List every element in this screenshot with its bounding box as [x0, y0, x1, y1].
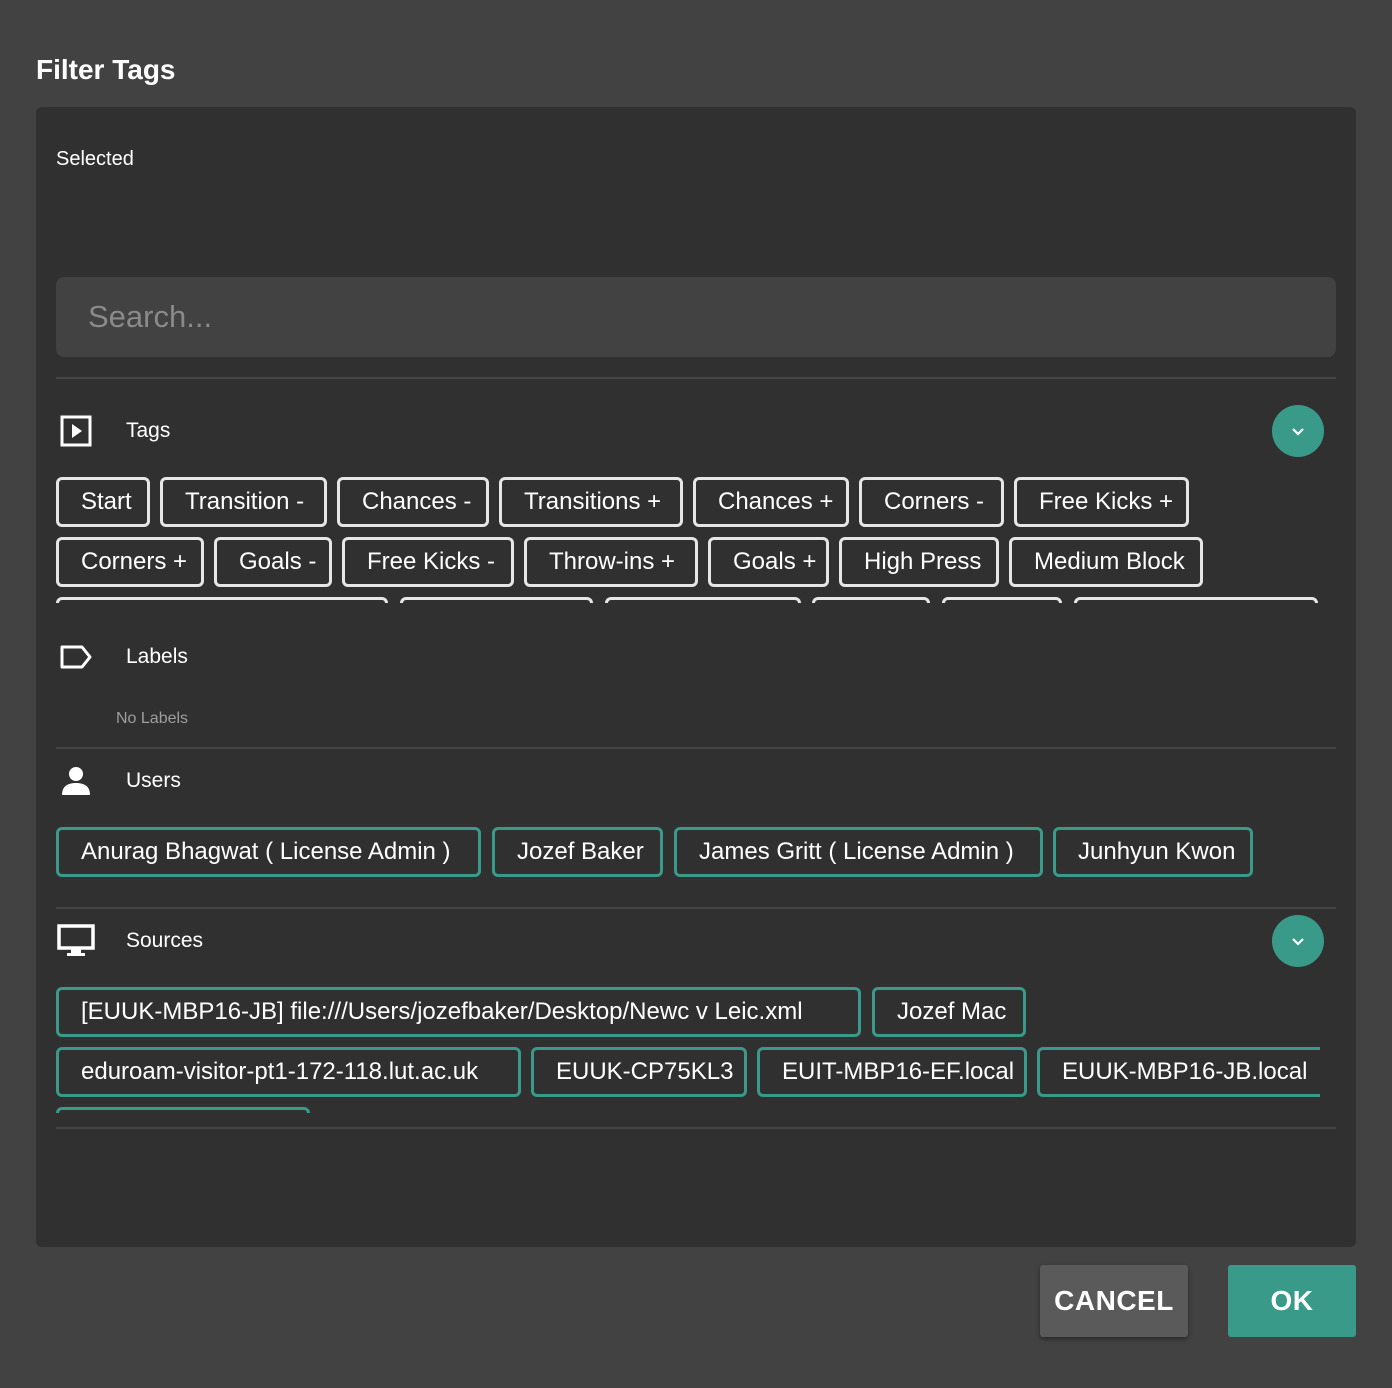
tag-chip-clipped[interactable] — [605, 597, 801, 603]
sources-expand-button[interactable] — [1272, 915, 1324, 967]
tag-chip[interactable]: Free Kicks + — [1014, 477, 1189, 527]
tag-chip[interactable]: Goals - — [214, 537, 332, 587]
users-section-header: Users — [56, 753, 1336, 809]
divider — [56, 377, 1336, 379]
tags-chip-list: Start Transition - Chances - Transitions… — [56, 477, 1320, 603]
play-box-icon — [56, 411, 96, 451]
sources-chip-list: [EUUK-MBP16-JB] file:///Users/jozefbaker… — [56, 987, 1320, 1113]
no-labels-text: No Labels — [116, 710, 189, 727]
tags-title: Tags — [126, 419, 171, 442]
chevron-down-icon — [1292, 428, 1304, 436]
user-chip[interactable]: James Gritt ( License Admin ) — [674, 827, 1043, 877]
selected-label: Selected — [56, 148, 134, 170]
divider — [56, 907, 1336, 909]
search-input[interactable] — [86, 298, 1306, 336]
tag-chip[interactable]: Chances + — [693, 477, 849, 527]
chevron-down-icon — [1292, 938, 1304, 946]
tags-expand-button[interactable] — [1272, 405, 1324, 457]
tag-chip[interactable]: Free Kicks - — [342, 537, 514, 587]
filter-panel: Selected Tags Start Transition - Chances… — [36, 107, 1356, 1247]
user-chip[interactable]: Anurag Bhagwat ( License Admin ) — [56, 827, 481, 877]
tag-chip[interactable]: Corners - — [859, 477, 1004, 527]
divider — [56, 1127, 1336, 1129]
tag-chip[interactable]: Chances - — [337, 477, 489, 527]
source-chip[interactable]: EUIT-MBP16-EF.local — [757, 1047, 1027, 1097]
tag-chip[interactable]: Throw-ins + — [524, 537, 698, 587]
sources-section-header: Sources — [56, 913, 1336, 969]
tag-chip[interactable]: Medium Block — [1009, 537, 1203, 587]
cancel-button[interactable]: CANCEL — [1040, 1265, 1188, 1337]
divider — [56, 747, 1336, 749]
tag-chip-clipped[interactable] — [400, 597, 593, 603]
source-chip[interactable]: EUUK-CP75KL3 — [531, 1047, 747, 1097]
tag-chip-clipped[interactable] — [942, 597, 1062, 603]
label-tag-icon — [56, 637, 96, 677]
tag-chip-clipped[interactable] — [1074, 597, 1318, 603]
users-chip-list: Anurag Bhagwat ( License Admin ) Jozef B… — [56, 827, 1320, 879]
tag-chip-clipped[interactable] — [56, 597, 388, 603]
tag-chip[interactable]: Transitions + — [499, 477, 683, 527]
tag-chip[interactable]: High Press — [839, 537, 999, 587]
tag-chip[interactable]: Start — [56, 477, 150, 527]
tag-chip[interactable]: Goals + — [708, 537, 829, 587]
dialog-title: Filter Tags — [36, 54, 176, 85]
tag-chip[interactable]: Corners + — [56, 537, 204, 587]
monitor-icon — [56, 921, 96, 961]
tag-chip[interactable]: Transition - — [160, 477, 327, 527]
search-box[interactable] — [56, 277, 1336, 357]
source-chip[interactable]: EUUK-MBP16-JB.local — [1037, 1047, 1320, 1097]
ok-button[interactable]: OK — [1228, 1265, 1356, 1337]
tag-chip-clipped[interactable] — [812, 597, 930, 603]
user-chip[interactable]: Jozef Baker — [492, 827, 663, 877]
sources-title: Sources — [126, 929, 204, 952]
source-chip[interactable]: [EUUK-MBP16-JB] file:///Users/jozefbaker… — [56, 987, 861, 1037]
user-chip[interactable]: Junhyun Kwon — [1053, 827, 1253, 877]
labels-section-header: Labels — [56, 629, 1336, 685]
person-icon — [56, 761, 96, 801]
tags-section-header: Tags — [56, 403, 1336, 459]
labels-title: Labels — [126, 645, 188, 668]
source-chip[interactable]: Jozef Mac — [872, 987, 1026, 1037]
users-title: Users — [126, 769, 181, 792]
source-chip[interactable]: eduroam-visitor-pt1-172-118.lut.ac.uk — [56, 1047, 521, 1097]
source-chip-clipped[interactable] — [56, 1107, 310, 1113]
